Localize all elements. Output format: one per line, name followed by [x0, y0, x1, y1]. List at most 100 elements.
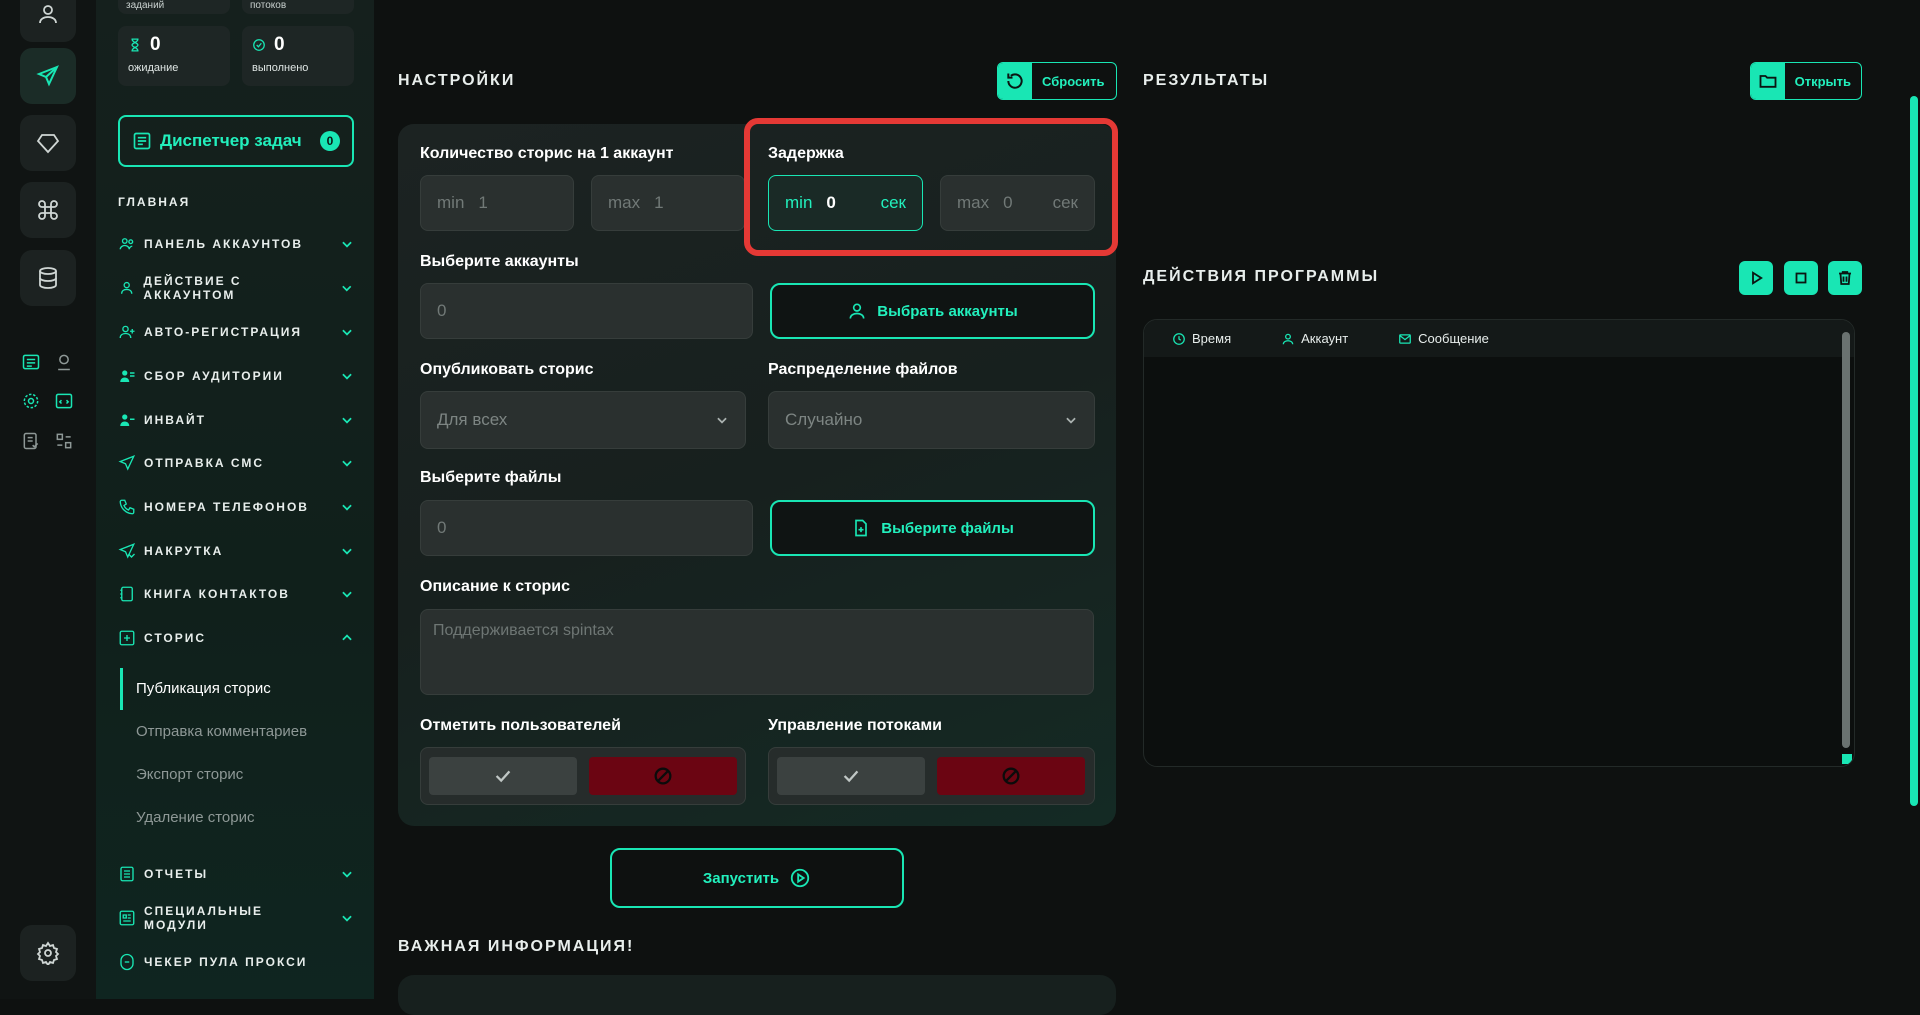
chevron-up-icon [342, 634, 352, 641]
threads-enable[interactable] [777, 757, 925, 795]
sidebar-item-contacts-book[interactable]: КНИГА КОНТАКТОВ [118, 582, 354, 606]
log-column-account[interactable]: Аккаунт [1281, 331, 1348, 346]
sidebar-item-proxy-checker[interactable]: ЧЕКЕР ПУЛА ПРОКСИ [118, 950, 354, 974]
files-label: Выберите файлы [420, 469, 562, 486]
select-files-button[interactable]: Выберите файлы [770, 500, 1095, 556]
results-title: РЕЗУЛЬТАТЫ [1143, 72, 1270, 89]
stat-waiting-label: ожидание [128, 62, 179, 74]
chevron-down-icon [342, 871, 352, 878]
page-scrollbar[interactable] [1910, 96, 1918, 806]
checklist-icon [23, 432, 39, 450]
user-icon [1282, 333, 1294, 344]
description-textarea[interactable]: Поддерживается spintax [420, 609, 1094, 695]
chevron-down-icon [342, 548, 352, 555]
sidebar: заданий потоков 0 ожидание 0 выполнено Д… [96, 0, 374, 999]
diamond-icon [36, 134, 60, 154]
play-button[interactable] [1739, 261, 1773, 295]
telegram-rail-button[interactable] [20, 48, 76, 104]
chevron-down-icon [717, 417, 727, 424]
folder-icon [1759, 75, 1777, 88]
location-rail-icon[interactable] [53, 351, 75, 373]
mark-users-disable[interactable] [589, 757, 737, 795]
gear-rail-button[interactable] [20, 925, 76, 981]
sidebar-item-label: ДЕЙСТВИЕ С АККАУНТОМ [143, 274, 242, 302]
files-count-value: 0 [437, 518, 447, 537]
reset-button[interactable]: Сбросить [997, 62, 1117, 100]
stop-icon [1795, 272, 1807, 284]
chevron-down-icon [342, 329, 352, 336]
diamond-rail-button[interactable] [20, 115, 76, 171]
log-column-message[interactable]: Сообщение [1398, 331, 1489, 346]
user-icon [39, 5, 57, 24]
log-resize-handle[interactable] [1842, 754, 1852, 764]
code-rail-icon[interactable] [53, 390, 75, 412]
sidebar-item-accounts-panel[interactable]: ПАНЕЛЬ АККАУНТОВ [118, 232, 354, 256]
sidebar-item-phone-numbers[interactable]: НОМЕРА ТЕЛЕФОНОВ [118, 495, 354, 519]
max-prefix: max [608, 193, 641, 212]
user-icon [120, 281, 133, 294]
stories-count-min-field[interactable]: min 1 [420, 175, 574, 231]
clear-log-button[interactable] [1828, 261, 1862, 295]
open-results-button[interactable]: Открыть [1750, 62, 1862, 100]
log-scrollbar[interactable] [1842, 332, 1850, 748]
run-button[interactable]: Запустить [610, 848, 904, 908]
list-rail-icon[interactable] [20, 351, 42, 373]
chevron-down-icon [342, 241, 352, 248]
sidebar-item-label: НАКРУТКА [144, 544, 224, 558]
log-column-message-label: Сообщение [1418, 331, 1489, 346]
command-icon [38, 200, 58, 220]
threads-disable[interactable] [937, 757, 1085, 795]
sidebar-item-reports[interactable]: ОТЧЕТЫ [118, 862, 354, 886]
sidebar-item-audience[interactable]: СБОР АУДИТОРИИ [118, 364, 354, 388]
sidebar-item-label: ОТЧЕТЫ [144, 867, 209, 881]
distribution-select[interactable]: Случайно [768, 391, 1095, 449]
min-prefix: min [437, 193, 465, 212]
command-rail-button[interactable] [20, 182, 76, 238]
sidebar-item-label: СТОРИС [144, 631, 207, 645]
task-dispatcher-label: Диспетчер задач [160, 131, 302, 150]
files-count-field[interactable]: 0 [420, 500, 753, 556]
invite-icon [120, 414, 135, 426]
transfer-rail-icon[interactable] [53, 430, 75, 452]
hourglass-icon [131, 38, 139, 52]
plus-square-icon [119, 630, 135, 646]
mark-users-enable[interactable] [429, 757, 577, 795]
users-icon [119, 238, 134, 250]
subitem-publish-stories[interactable]: Публикация сторис [136, 680, 271, 697]
sidebar-item-label: ПАНЕЛЬ АККАУНТОВ [144, 237, 304, 251]
sidebar-item-boost[interactable]: НАКРУТКА [118, 539, 354, 563]
list-icon [22, 354, 40, 370]
sidebar-item-label: КНИГА КОНТАКТОВ [144, 587, 290, 601]
stop-button[interactable] [1784, 261, 1818, 295]
chevron-down-icon [342, 373, 352, 380]
subitem-delete-stories[interactable]: Удаление сторис [136, 809, 254, 826]
stories-count-max-field[interactable]: max 1 [591, 175, 745, 231]
subitem-send-comments[interactable]: Отправка комментариев [136, 723, 307, 740]
log-column-time[interactable]: Время [1172, 331, 1231, 346]
sidebar-item-sms[interactable]: ОТПРАВКА СМС [118, 451, 354, 475]
accounts-count-field[interactable]: 0 [420, 283, 753, 339]
sidebar-item-account-action[interactable]: ДЕЙСТВИЕ С АККАУНТОМ [118, 274, 354, 302]
task-dispatcher-badge: 0 [320, 131, 340, 151]
sidebar-item-special-modules[interactable]: СПЕЦИАЛЬНЫЕ МОДУЛИ [118, 904, 354, 932]
database-rail-button[interactable] [20, 250, 76, 306]
threads-toggle [768, 747, 1095, 805]
actions-log[interactable]: Время Аккаунт Сообщение [1143, 319, 1855, 767]
publish-select[interactable]: Для всех [420, 391, 746, 449]
select-accounts-button[interactable]: Выбрать аккаунты [770, 283, 1095, 339]
accounts-count-value: 0 [437, 301, 447, 320]
sidebar-item-auto-registration[interactable]: АВТО-РЕГИСТРАЦИЯ [118, 320, 354, 344]
settings-rail-icon[interactable] [20, 390, 42, 412]
transfer-icon [56, 433, 72, 449]
subitem-export-stories[interactable]: Экспорт сторис [136, 766, 243, 783]
sidebar-item-stories[interactable]: СТОРИС [118, 626, 354, 650]
sidebar-item-invite[interactable]: ИНВАЙТ [118, 408, 354, 432]
sidebar-item-label: АВТО-РЕГИСТРАЦИЯ [144, 325, 302, 339]
log-header: Время Аккаунт Сообщение [1144, 320, 1854, 357]
profile-rail-button[interactable] [20, 0, 76, 42]
location-icon [58, 354, 70, 371]
publish-label: Опубликовать сторис [420, 361, 594, 378]
audience-icon [120, 370, 135, 382]
tasks-rail-icon[interactable] [20, 430, 42, 452]
task-dispatcher-button[interactable]: Диспетчер задач 0 [118, 115, 354, 167]
